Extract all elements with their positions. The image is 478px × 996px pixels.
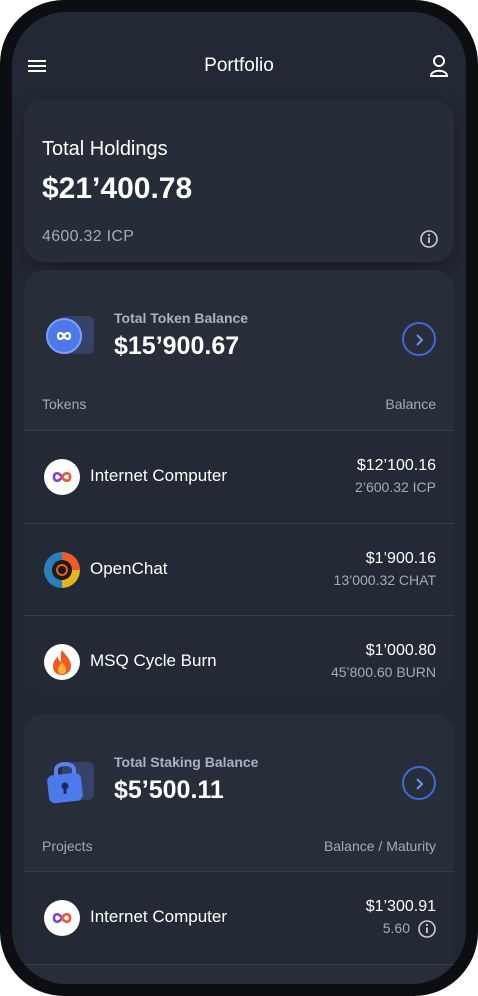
info-icon[interactable] (418, 920, 436, 938)
holdings-icp-amount: 4600.32 ICP (42, 228, 135, 245)
internet-computer-logo-icon (44, 900, 80, 936)
token-balance-value: $15’900.67 (114, 332, 240, 360)
token-name: Internet Computer (90, 466, 228, 485)
divider (24, 964, 454, 965)
token-quantity: 2’600.32 ICP (355, 479, 436, 495)
token-balance-card: Total Token Balance $15’900.67 Tokens Ba… (24, 270, 454, 694)
projects-column-header: Projects (42, 838, 93, 854)
token-name: OpenChat (90, 559, 168, 578)
balance-column-header: Balance (385, 396, 436, 412)
staking-balance-card: Total Staking Balance $5’500.11 Projects… (24, 714, 454, 984)
openchat-logo-icon (44, 552, 80, 588)
fire-logo-icon (44, 644, 80, 680)
token-quantity: 13’000.32 CHAT (333, 572, 436, 588)
lock-icon (47, 762, 94, 804)
staking-row[interactable]: Internet Computer $1’300.91 5.60 (24, 872, 454, 964)
internet-computer-logo-icon (44, 459, 80, 495)
chevron-right-icon (416, 778, 424, 790)
staking-balance-label: Total Staking Balance (114, 754, 259, 770)
balance-maturity-column-header: Balance / Maturity (323, 838, 436, 854)
holdings-value: $21’400.78 (42, 172, 193, 205)
token-row[interactable]: OpenChat $1’900.16 13’000.32 CHAT (24, 524, 454, 616)
infinity-token-icon (46, 316, 94, 354)
screen: Portfolio Total Holdings $21’400.78 4600… (12, 12, 466, 984)
token-row[interactable]: Internet Computer $12’100.16 2’600.32 IC… (24, 431, 454, 523)
holdings-title: Total Holdings (42, 138, 168, 160)
top-bar: Portfolio (12, 12, 466, 102)
token-name: MSQ Cycle Burn (90, 651, 217, 670)
token-amount: $1’900.16 (365, 550, 436, 567)
project-name: Internet Computer (90, 907, 228, 926)
token-balance-arrow-button[interactable] (402, 322, 436, 356)
chevron-right-icon (416, 334, 424, 346)
project-amount: $1’300.91 (365, 898, 436, 915)
phone-frame: Portfolio Total Holdings $21’400.78 4600… (0, 0, 478, 996)
project-maturity: 5.60 (382, 920, 410, 936)
staking-balance-value: $5’500.11 (114, 776, 224, 804)
user-icon[interactable] (429, 54, 449, 78)
token-balance-label: Total Token Balance (114, 310, 249, 326)
tokens-column-header: Tokens (42, 396, 87, 412)
total-holdings-card: Total Holdings $21’400.78 4600.32 ICP (24, 100, 454, 262)
page-title: Portfolio (204, 55, 274, 76)
token-amount: $12’100.16 (356, 457, 436, 474)
token-amount: $1’000.80 (365, 642, 436, 659)
staking-balance-arrow-button[interactable] (402, 766, 436, 800)
token-row[interactable]: MSQ Cycle Burn $1’000.80 45’800.60 BURN (24, 616, 454, 694)
info-icon[interactable] (420, 230, 438, 248)
token-quantity: 45’800.60 BURN (330, 664, 436, 680)
